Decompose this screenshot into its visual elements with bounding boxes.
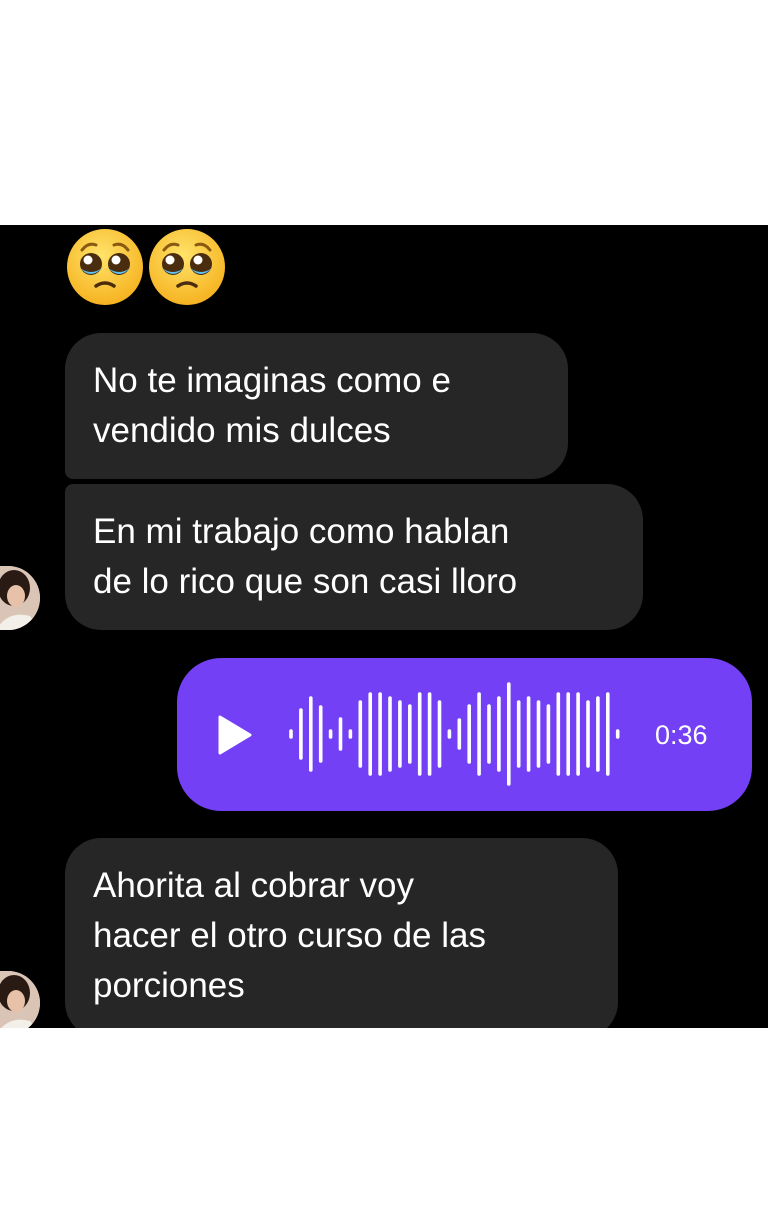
sender-avatar[interactable] <box>0 971 40 1028</box>
message-text-line: No te imaginas como e <box>93 361 451 400</box>
message-text-line: hacer el otro curso de las <box>93 916 486 955</box>
chat-thread: No te imaginas como e vendido mis dulces… <box>0 225 768 1028</box>
play-icon[interactable] <box>217 715 253 755</box>
message-text-line: de lo rico que son casi lloro <box>93 562 518 601</box>
avatar-photo-icon <box>0 566 40 630</box>
sender-avatar[interactable] <box>0 566 40 630</box>
message-text-line: Ahorita al cobrar voy <box>93 866 414 905</box>
incoming-message-bubble[interactable]: Ahorita al cobrar voy hacer el otro curs… <box>65 838 618 1028</box>
message-text-line: vendido mis dulces <box>93 411 391 450</box>
incoming-message-bubble[interactable]: En mi trabajo como hablan de lo rico que… <box>65 484 643 630</box>
pleading-face-icon <box>149 229 225 305</box>
message-text-line: En mi trabajo como hablan <box>93 512 510 551</box>
pleading-face-icon <box>67 229 143 305</box>
audio-waveform[interactable] <box>285 658 635 811</box>
voice-message-bubble[interactable]: 0:36 <box>177 658 752 811</box>
incoming-message-bubble[interactable]: No te imaginas como e vendido mis dulces <box>65 333 568 479</box>
avatar-photo-icon <box>0 971 40 1028</box>
emoji-message[interactable] <box>66 228 226 306</box>
audio-duration: 0:36 <box>655 720 708 750</box>
message-text-line: porciones <box>93 966 245 1005</box>
